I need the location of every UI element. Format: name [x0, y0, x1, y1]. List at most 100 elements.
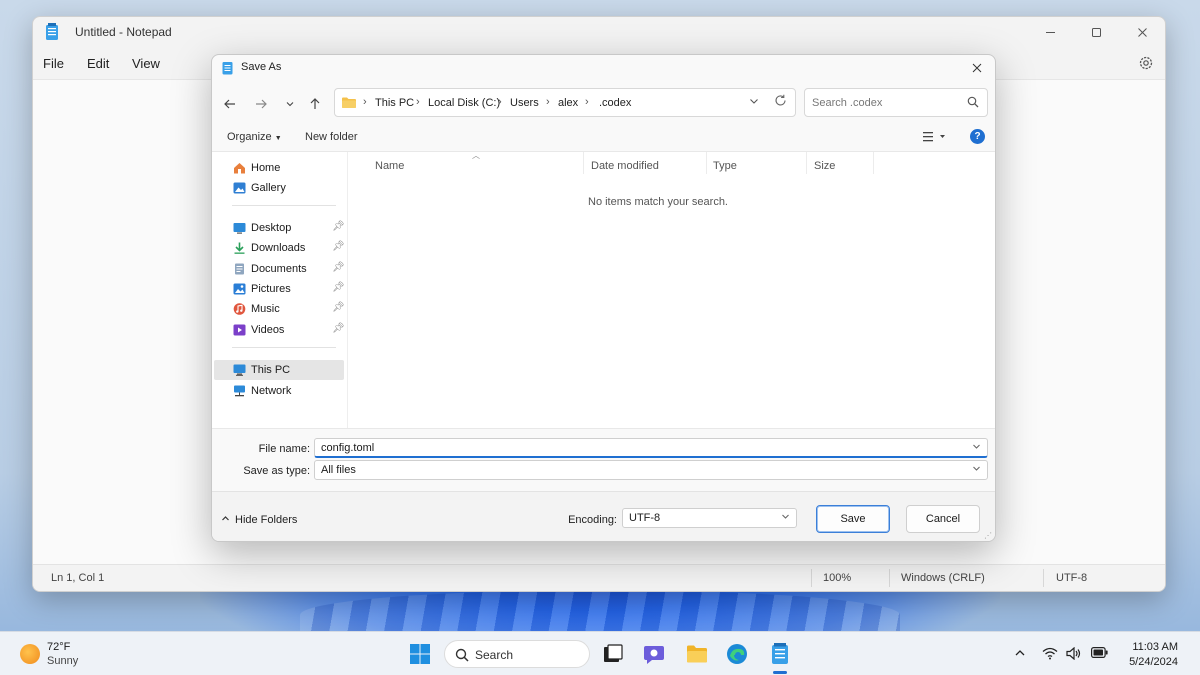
- save-button[interactable]: Save: [816, 505, 890, 533]
- dialog-footer: Hide Folders Encoding: UTF-8 Save Cancel…: [212, 491, 995, 541]
- music-icon: [233, 303, 246, 315]
- nav-item-this-pc[interactable]: This PC: [214, 360, 344, 380]
- notepad-app-icon: [222, 62, 233, 75]
- weather-temperature[interactable]: 72°F: [47, 641, 70, 653]
- chevron-right-icon: ›: [363, 96, 367, 108]
- column-header-size[interactable]: Size: [814, 160, 835, 172]
- help-icon[interactable]: ?: [970, 129, 985, 144]
- menu-edit[interactable]: Edit: [87, 56, 109, 71]
- nav-item-music[interactable]: Music 📌︎: [214, 299, 345, 319]
- chevron-right-icon: ›: [546, 96, 550, 108]
- settings-gear-icon[interactable]: [1137, 54, 1155, 72]
- new-folder-button[interactable]: New folder: [305, 131, 358, 143]
- nav-item-downloads[interactable]: Downloads 📌︎: [214, 238, 345, 258]
- wifi-icon[interactable]: [1042, 647, 1058, 663]
- column-divider[interactable]: [706, 152, 707, 174]
- menu-view[interactable]: View: [132, 56, 160, 71]
- file-list: ︿ Name Date modified Type Size No items …: [348, 151, 995, 428]
- nav-item-pictures[interactable]: Pictures 📌︎: [214, 279, 345, 299]
- command-bar: Organize ▼ New folder ?: [212, 125, 995, 149]
- taskbar-search[interactable]: Search: [444, 640, 590, 668]
- active-app-indicator: [773, 671, 787, 674]
- task-view-icon[interactable]: [601, 642, 625, 666]
- cursor-position: Ln 1, Col 1: [51, 572, 105, 584]
- chevron-down-icon[interactable]: [972, 442, 981, 453]
- edge-browser-icon[interactable]: [725, 642, 749, 666]
- maximize-button[interactable]: [1073, 17, 1119, 47]
- save-as-type-select[interactable]: All files: [314, 460, 988, 480]
- column-header-type[interactable]: Type: [713, 160, 737, 172]
- close-icon: [1137, 27, 1147, 37]
- breadcrumb-codex[interactable]: .codex: [599, 97, 631, 109]
- nav-item-network[interactable]: Network: [214, 381, 344, 401]
- dialog-titlebar: Save As: [212, 55, 995, 79]
- column-divider[interactable]: [583, 152, 584, 174]
- sun-icon[interactable]: [20, 644, 40, 664]
- start-icon[interactable]: [408, 642, 432, 666]
- file-name-field[interactable]: config.toml: [314, 438, 988, 458]
- notepad-app-icon: [46, 23, 58, 40]
- chevron-down-icon: [781, 512, 790, 523]
- weather-condition[interactable]: Sunny: [47, 655, 78, 667]
- clock-time: 11:03 AM: [1132, 641, 1178, 653]
- pin-icon: 📌︎: [332, 302, 345, 313]
- notepad-titlebar: Untitled - Notepad: [33, 17, 1165, 47]
- nav-item-documents[interactable]: Documents 📌︎: [214, 259, 345, 279]
- column-header-name[interactable]: Name: [375, 160, 404, 172]
- system-clock[interactable]: 11:03 AM 5/24/2024: [1129, 640, 1178, 670]
- taskbar-search-label: Search: [475, 648, 514, 662]
- dialog-title: Save As: [241, 61, 282, 73]
- pin-icon: 📌︎: [332, 241, 345, 252]
- address-history-dropdown[interactable]: [749, 96, 759, 109]
- chevron-right-icon: ›: [416, 96, 420, 108]
- column-header-date-modified[interactable]: Date modified: [591, 160, 659, 172]
- nav-item-home[interactable]: Home: [214, 158, 344, 178]
- refresh-icon: [775, 94, 786, 106]
- pictures-icon: [233, 283, 246, 295]
- nav-divider: [232, 347, 336, 348]
- chevron-up-icon[interactable]: [1014, 647, 1026, 662]
- close-button[interactable]: [1119, 17, 1165, 47]
- chat-icon[interactable]: [642, 642, 666, 666]
- close-icon: [972, 63, 982, 73]
- notepad-taskbar-icon[interactable]: [768, 642, 792, 666]
- breadcrumb-alex[interactable]: alex: [558, 97, 578, 109]
- nav-label: Documents: [251, 263, 307, 275]
- back-button[interactable]: [219, 93, 241, 115]
- hide-folders-button[interactable]: Hide Folders: [221, 514, 297, 526]
- organize-button[interactable]: Organize ▼: [227, 131, 282, 143]
- search-box[interactable]: Search .codex: [804, 88, 988, 117]
- breadcrumb-local-disk[interactable]: Local Disk (C:): [428, 97, 500, 109]
- resize-grip-icon[interactable]: ⋰: [984, 531, 992, 540]
- breadcrumb-users[interactable]: Users: [510, 97, 539, 109]
- volume-icon[interactable]: [1066, 646, 1081, 663]
- cancel-button[interactable]: Cancel: [906, 505, 980, 533]
- breadcrumb-this-pc[interactable]: This PC: [375, 97, 414, 109]
- dialog-close-button[interactable]: [967, 58, 987, 78]
- column-divider[interactable]: [806, 152, 807, 174]
- encoding-select[interactable]: UTF-8: [622, 508, 797, 528]
- file-explorer-icon[interactable]: [685, 642, 709, 666]
- nav-label: Downloads: [251, 242, 306, 254]
- menu-file[interactable]: File: [43, 56, 64, 71]
- hide-folders-label: Hide Folders: [235, 514, 298, 526]
- view-options-icon[interactable]: [923, 131, 947, 143]
- nav-item-desktop[interactable]: Desktop 📌︎: [214, 218, 345, 238]
- nav-label: Network: [251, 385, 292, 397]
- minimize-button[interactable]: [1027, 17, 1073, 47]
- encoding-label: Encoding:: [568, 514, 617, 526]
- nav-item-gallery[interactable]: Gallery: [214, 178, 344, 198]
- nav-item-videos[interactable]: Videos 📌︎: [214, 320, 345, 340]
- recent-locations-button[interactable]: [279, 93, 301, 115]
- address-bar[interactable]: › This PC › Local Disk (C:) › Users › al…: [334, 88, 796, 117]
- documents-icon: [235, 263, 244, 275]
- arrow-right-icon: [256, 99, 267, 109]
- up-button[interactable]: [304, 93, 326, 115]
- chevron-down-icon: [286, 102, 294, 107]
- forward-button[interactable]: [250, 93, 272, 115]
- encoding-value: UTF-8: [629, 512, 661, 524]
- battery-icon[interactable]: [1091, 647, 1108, 661]
- nav-label: Pictures: [251, 283, 291, 295]
- refresh-button[interactable]: [774, 94, 787, 110]
- column-divider[interactable]: [873, 152, 874, 174]
